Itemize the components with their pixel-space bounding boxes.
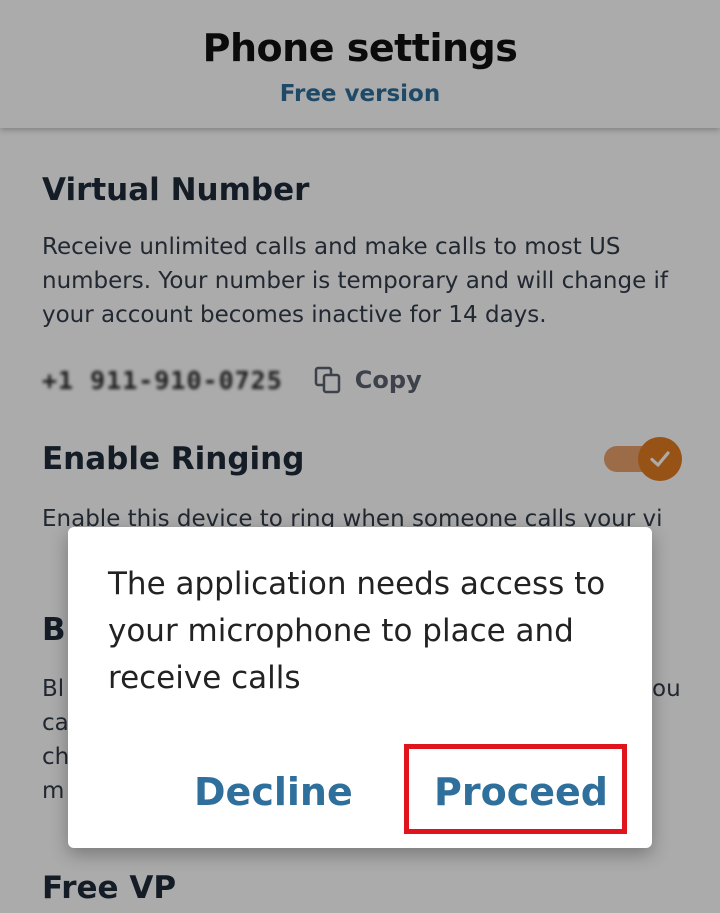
decline-button[interactable]: Decline: [194, 770, 353, 814]
proceed-button[interactable]: Proceed: [434, 770, 608, 814]
dialog-message: The application needs access to your mic…: [108, 566, 606, 696]
permission-dialog: The application needs access to your mic…: [68, 527, 652, 848]
